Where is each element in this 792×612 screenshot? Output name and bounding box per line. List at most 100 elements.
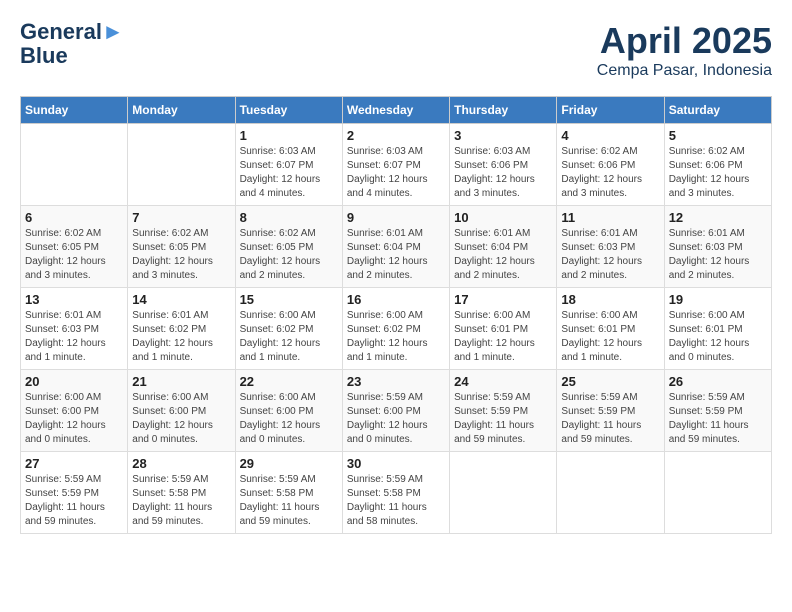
day-number: 24 [454,374,552,389]
calendar-cell: 23 Sunrise: 5:59 AM Sunset: 6:00 PM Dayli… [342,370,449,452]
day-info: Sunrise: 5:59 AM Sunset: 6:00 PM Dayligh… [347,391,445,447]
calendar-cell: 11Sunrise: 6:01 AM Sunset: 6:03 PM Dayli… [557,206,664,288]
calendar-cell: 28 Sunrise: 5:59 AM Sunset: 5:58 PM Dayli… [128,452,235,534]
day-info: Sunrise: 6:00 AM Sunset: 6:00 PM Dayligh… [240,391,338,447]
calendar-week-4: 20 Sunrise: 6:00 AM Sunset: 6:00 PM Dayli… [21,370,772,452]
day-info: Sunrise: 6:00 AM Sunset: 6:02 PM Dayligh… [347,309,445,365]
calendar-week-2: 6 Sunrise: 6:02 AM Sunset: 6:05 PM Daylig… [21,206,772,288]
day-number: 7 [132,210,230,225]
col-header-sunday: Sunday [21,97,128,124]
day-number: 3 [454,128,552,143]
page-title: April 2025 [597,20,772,62]
day-info: Sunrise: 6:00 AM Sunset: 6:00 PM Dayligh… [132,391,230,447]
calendar-cell: 20 Sunrise: 6:00 AM Sunset: 6:00 PM Dayli… [21,370,128,452]
calendar-cell: 29Sunrise: 5:59 AM Sunset: 5:58 PM Dayli… [235,452,342,534]
day-number: 20 [25,374,123,389]
day-info: Sunrise: 6:02 AM Sunset: 6:05 PM Dayligh… [25,227,123,283]
day-info: Sunrise: 6:02 AM Sunset: 6:05 PM Dayligh… [132,227,230,283]
day-info: Sunrise: 6:02 AM Sunset: 6:05 PM Dayligh… [240,227,338,283]
calendar-table: SundayMondayTuesdayWednesdayThursdayFrid… [20,96,772,534]
day-info: Sunrise: 6:00 AM Sunset: 6:01 PM Dayligh… [454,309,552,365]
calendar-cell: 25 Sunrise: 5:59 AM Sunset: 5:59 PM Dayli… [557,370,664,452]
day-info: Sunrise: 5:59 AM Sunset: 5:58 PM Dayligh… [347,473,445,529]
calendar-cell: 8 Sunrise: 6:02 AM Sunset: 6:05 PM Daylig… [235,206,342,288]
day-info: Sunrise: 6:02 AM Sunset: 6:06 PM Dayligh… [669,145,767,201]
calendar-cell: 17 Sunrise: 6:00 AM Sunset: 6:01 PM Dayli… [450,288,557,370]
calendar-cell: 9 Sunrise: 6:01 AM Sunset: 6:04 PM Daylig… [342,206,449,288]
calendar-cell: 15 Sunrise: 6:00 AM Sunset: 6:02 PM Dayli… [235,288,342,370]
day-number: 19 [669,292,767,307]
calendar-cell [557,452,664,534]
calendar-cell: 12 Sunrise: 6:01 AM Sunset: 6:03 PM Dayli… [664,206,771,288]
day-number: 16 [347,292,445,307]
day-info: Sunrise: 5:59 AM Sunset: 5:59 PM Dayligh… [669,391,767,447]
calendar-cell: 10 Sunrise: 6:01 AM Sunset: 6:04 PM Dayli… [450,206,557,288]
day-info: Sunrise: 5:59 AM Sunset: 5:59 PM Dayligh… [561,391,659,447]
col-header-monday: Monday [128,97,235,124]
day-number: 8 [240,210,338,225]
day-number: 27 [25,456,123,471]
day-info: Sunrise: 5:59 AM Sunset: 5:59 PM Dayligh… [454,391,552,447]
calendar-cell: 3Sunrise: 6:03 AM Sunset: 6:06 PM Daylig… [450,124,557,206]
calendar-cell: 1 Sunrise: 6:03 AM Sunset: 6:07 PM Daylig… [235,124,342,206]
calendar-cell: 4 Sunrise: 6:02 AM Sunset: 6:06 PM Daylig… [557,124,664,206]
calendar-week-1: 1 Sunrise: 6:03 AM Sunset: 6:07 PM Daylig… [21,124,772,206]
day-info: Sunrise: 6:01 AM Sunset: 6:03 PM Dayligh… [561,227,659,283]
day-number: 13 [25,292,123,307]
day-number: 12 [669,210,767,225]
calendar-cell: 26Sunrise: 5:59 AM Sunset: 5:59 PM Dayli… [664,370,771,452]
col-header-thursday: Thursday [450,97,557,124]
calendar-week-5: 27 Sunrise: 5:59 AM Sunset: 5:59 PM Dayli… [21,452,772,534]
calendar-cell: 7 Sunrise: 6:02 AM Sunset: 6:05 PM Daylig… [128,206,235,288]
day-number: 1 [240,128,338,143]
calendar-cell: 14Sunrise: 6:01 AM Sunset: 6:02 PM Dayli… [128,288,235,370]
calendar-cell: 18 Sunrise: 6:00 AM Sunset: 6:01 PM Dayli… [557,288,664,370]
day-number: 9 [347,210,445,225]
calendar-cell: 16 Sunrise: 6:00 AM Sunset: 6:02 PM Dayli… [342,288,449,370]
day-info: Sunrise: 6:01 AM Sunset: 6:03 PM Dayligh… [25,309,123,365]
calendar-cell: 6 Sunrise: 6:02 AM Sunset: 6:05 PM Daylig… [21,206,128,288]
day-info: Sunrise: 6:01 AM Sunset: 6:03 PM Dayligh… [669,227,767,283]
day-number: 28 [132,456,230,471]
day-number: 10 [454,210,552,225]
day-info: Sunrise: 5:59 AM Sunset: 5:58 PM Dayligh… [132,473,230,529]
day-info: Sunrise: 6:00 AM Sunset: 6:01 PM Dayligh… [669,309,767,365]
day-info: Sunrise: 6:02 AM Sunset: 6:06 PM Dayligh… [561,145,659,201]
logo-text: General►Blue [20,20,124,68]
day-number: 4 [561,128,659,143]
day-info: Sunrise: 6:01 AM Sunset: 6:04 PM Dayligh… [454,227,552,283]
day-number: 25 [561,374,659,389]
day-info: Sunrise: 5:59 AM Sunset: 5:59 PM Dayligh… [25,473,123,529]
day-number: 18 [561,292,659,307]
calendar-cell [21,124,128,206]
day-number: 2 [347,128,445,143]
day-number: 17 [454,292,552,307]
title-block: April 2025 Cempa Pasar, Indonesia [597,20,772,80]
calendar-week-3: 13 Sunrise: 6:01 AM Sunset: 6:03 PM Dayli… [21,288,772,370]
calendar-cell: 22Sunrise: 6:00 AM Sunset: 6:00 PM Dayli… [235,370,342,452]
day-info: Sunrise: 6:03 AM Sunset: 6:07 PM Dayligh… [240,145,338,201]
day-info: Sunrise: 6:00 AM Sunset: 6:00 PM Dayligh… [25,391,123,447]
calendar-cell: 24 Sunrise: 5:59 AM Sunset: 5:59 PM Dayli… [450,370,557,452]
day-info: Sunrise: 6:00 AM Sunset: 6:01 PM Dayligh… [561,309,659,365]
calendar-cell [128,124,235,206]
calendar-cell [664,452,771,534]
day-number: 30 [347,456,445,471]
day-number: 23 [347,374,445,389]
day-info: Sunrise: 6:00 AM Sunset: 6:02 PM Dayligh… [240,309,338,365]
calendar-cell: 5 Sunrise: 6:02 AM Sunset: 6:06 PM Daylig… [664,124,771,206]
col-header-tuesday: Tuesday [235,97,342,124]
logo: General►Blue [20,20,124,68]
day-number: 21 [132,374,230,389]
day-number: 15 [240,292,338,307]
calendar-cell: 13 Sunrise: 6:01 AM Sunset: 6:03 PM Dayli… [21,288,128,370]
day-number: 6 [25,210,123,225]
calendar-header-row: SundayMondayTuesdayWednesdayThursdayFrid… [21,97,772,124]
day-info: Sunrise: 6:01 AM Sunset: 6:04 PM Dayligh… [347,227,445,283]
page-header: General►Blue April 2025 Cempa Pasar, Ind… [20,20,772,80]
day-number: 5 [669,128,767,143]
calendar-cell: 19 Sunrise: 6:00 AM Sunset: 6:01 PM Dayli… [664,288,771,370]
calendar-cell: 27 Sunrise: 5:59 AM Sunset: 5:59 PM Dayli… [21,452,128,534]
calendar-cell [450,452,557,534]
calendar-cell: 30 Sunrise: 5:59 AM Sunset: 5:58 PM Dayli… [342,452,449,534]
